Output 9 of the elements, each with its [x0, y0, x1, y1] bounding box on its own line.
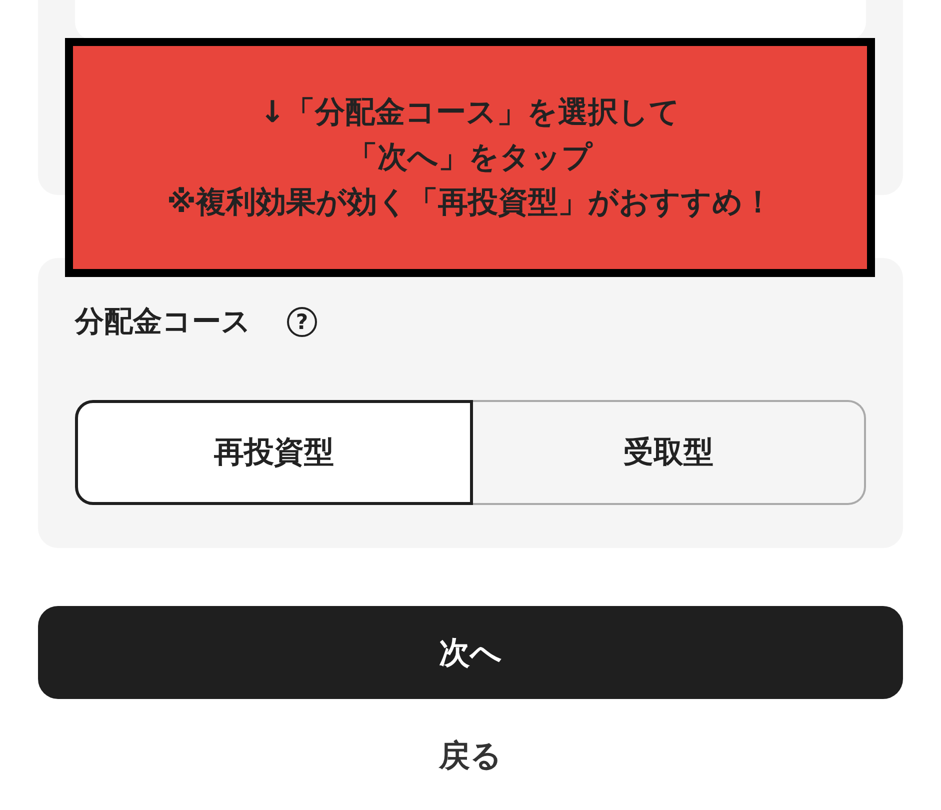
help-icon[interactable]: ? [287, 307, 317, 337]
option-button[interactable]: 再投資型 [75, 400, 472, 505]
annotation-text: ↓「分配金コース」を選択して [260, 94, 680, 132]
annotation-text: 「次へ」をタップ [348, 139, 592, 177]
back-link[interactable]: 戻る [439, 735, 502, 777]
option-button[interactable]: 受取型 [472, 400, 866, 505]
next-button[interactable]: 次へ [38, 606, 903, 699]
annotation-text: ※複利効果が効く「再投資型」がおすすめ！ [166, 184, 774, 222]
section-label: 分配金コース [75, 303, 251, 340]
